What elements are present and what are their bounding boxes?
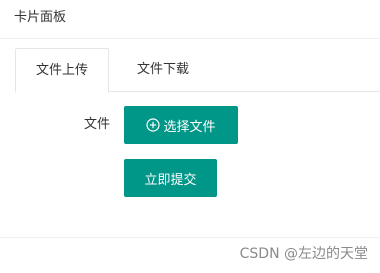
select-file-button-label: 选择文件 xyxy=(163,119,216,135)
card-footer-divider xyxy=(0,237,380,238)
tab-file-download[interactable]: 文件下载 xyxy=(109,48,217,92)
submit-button-label: 立即提交 xyxy=(144,172,197,188)
watermark: CSDN @左边的天堂 xyxy=(239,246,368,262)
tab-bar: 文件上传 文件下载 xyxy=(15,48,380,93)
file-label: 文件 xyxy=(83,117,110,132)
tab-file-upload[interactable]: 文件上传 xyxy=(15,48,109,93)
select-file-button[interactable]: 选择文件 xyxy=(124,106,238,144)
card-title: 卡片面板 xyxy=(14,10,67,25)
card-header: 卡片面板 xyxy=(0,0,380,39)
page: 卡片面板 文件上传 文件下载 文件 选择文件 立即提交 CSDN @左边的天堂 xyxy=(0,0,380,273)
submit-button[interactable]: 立即提交 xyxy=(124,159,217,197)
plus-circle-icon xyxy=(146,118,161,132)
